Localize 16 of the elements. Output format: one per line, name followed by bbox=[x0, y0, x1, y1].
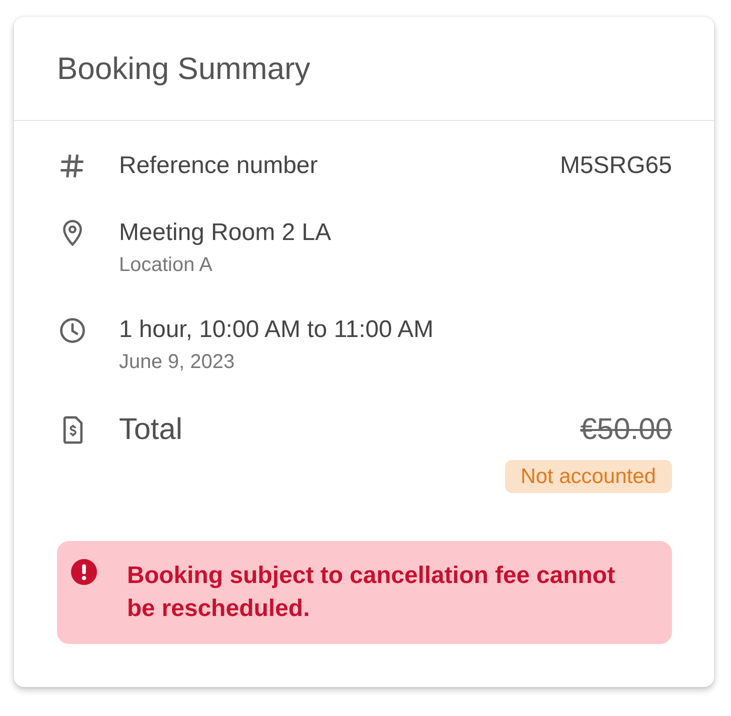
reference-label: Reference number bbox=[119, 152, 318, 180]
exclamation-circle-icon bbox=[71, 559, 97, 585]
clock-icon bbox=[60, 318, 84, 342]
total-label: Total bbox=[119, 413, 184, 447]
status-badge: Not accounted bbox=[504, 460, 672, 493]
booking-date: June 9, 2023 bbox=[119, 350, 235, 374]
location-name: Location A bbox=[119, 253, 212, 277]
room-name: Meeting Room 2 LA bbox=[119, 219, 332, 247]
reference-number: M5SRG65 bbox=[560, 152, 672, 179]
total-amount: €50.00 bbox=[580, 413, 672, 447]
hash-icon bbox=[60, 154, 84, 178]
receipt-icon bbox=[63, 416, 83, 444]
time-range: 1 hour, 10:00 AM to 11:00 AM bbox=[119, 316, 434, 344]
alert-message: Booking subject to cancellation fee cannot be rescheduled. bbox=[127, 561, 616, 624]
location-pin-icon bbox=[62, 220, 82, 246]
card-title: Booking Summary bbox=[57, 50, 310, 86]
